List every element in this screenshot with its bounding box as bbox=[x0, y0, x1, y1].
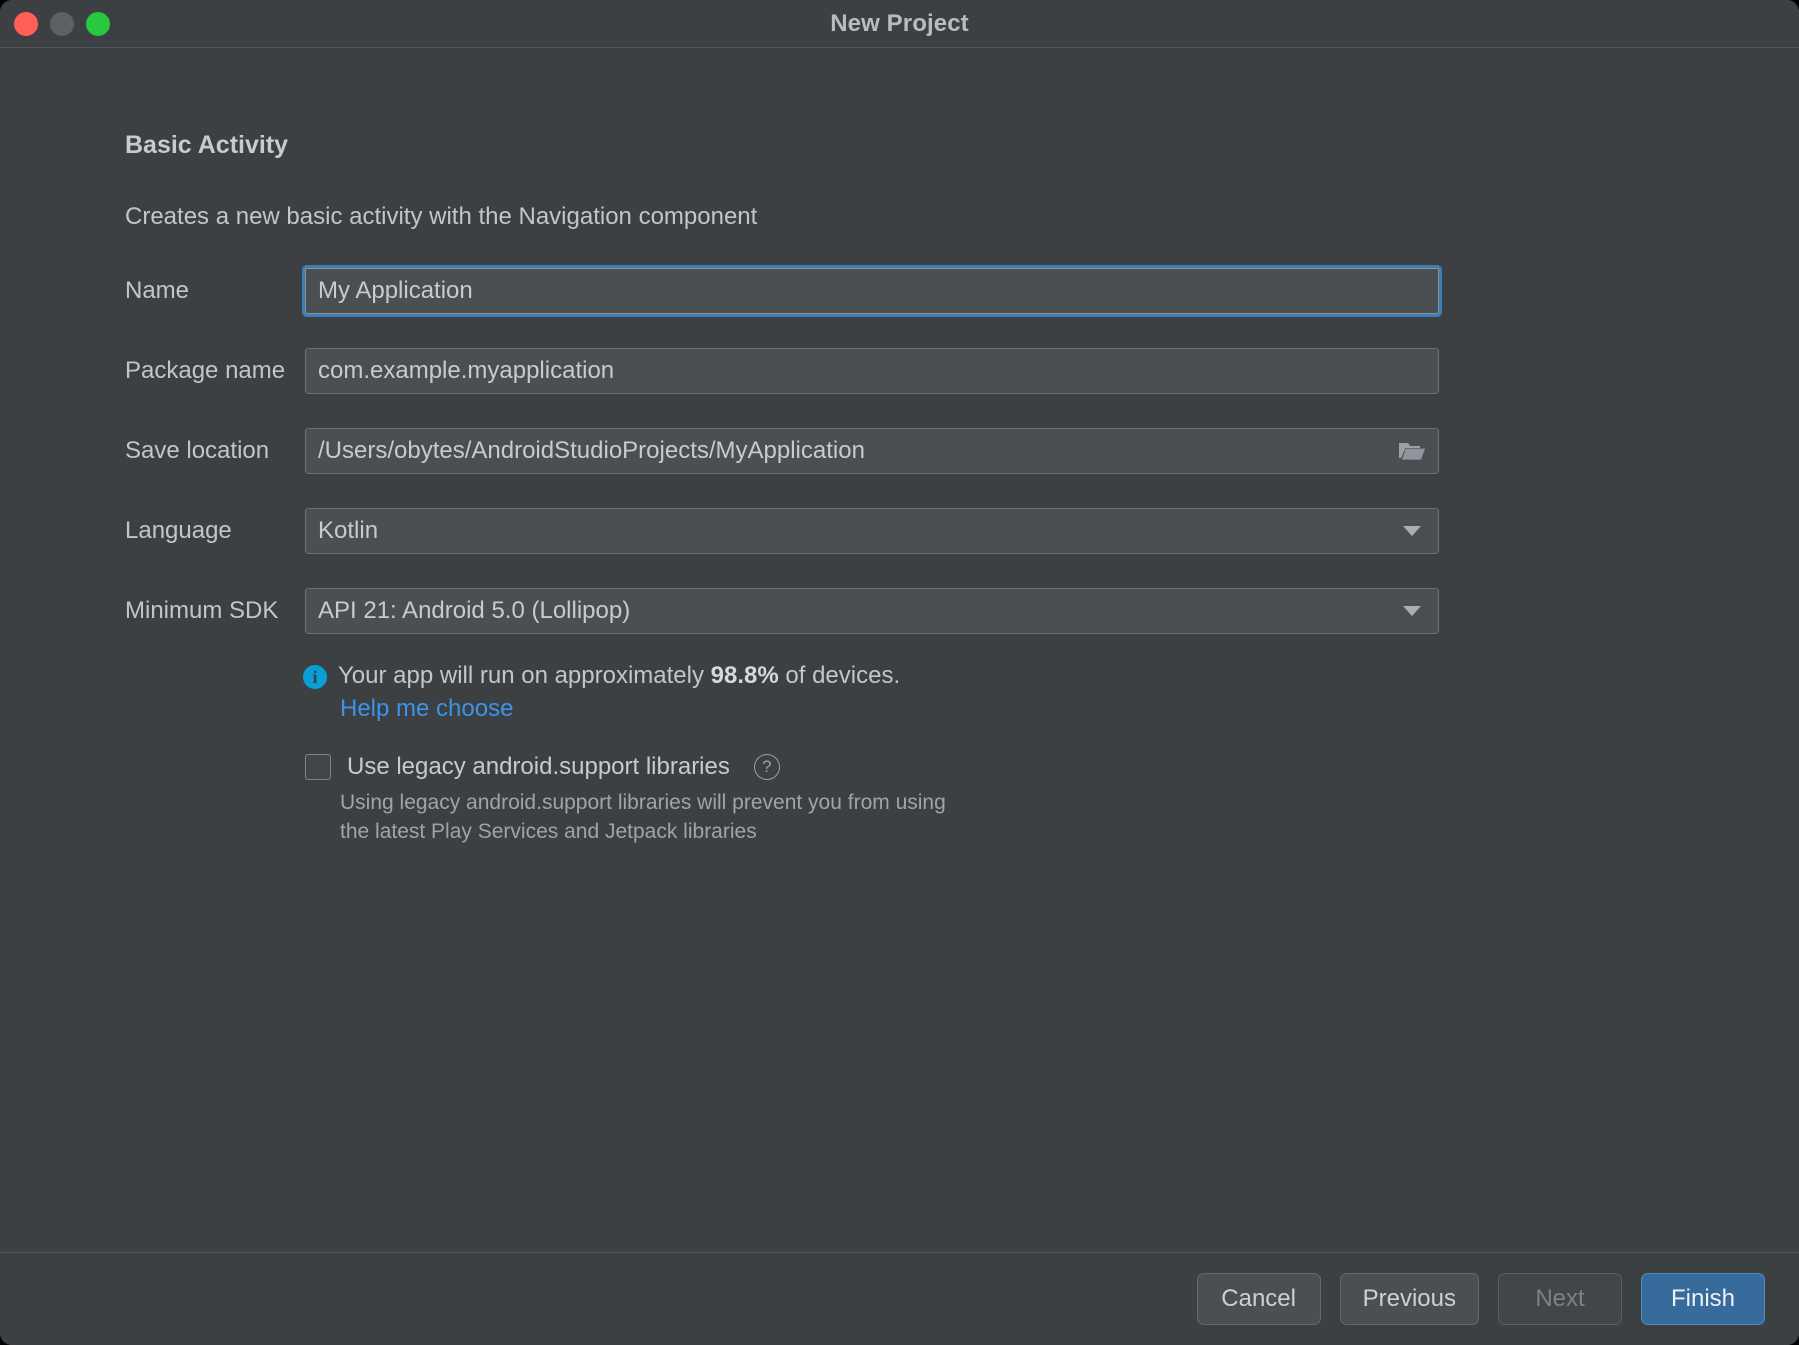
chevron-down-icon[interactable] bbox=[1386, 606, 1438, 616]
finish-button[interactable]: Finish bbox=[1641, 1273, 1765, 1325]
form-row-name: Name My Application bbox=[0, 267, 1799, 315]
language-select[interactable]: Kotlin bbox=[305, 508, 1439, 554]
save-location-label: Save location bbox=[125, 437, 270, 464]
minimum-sdk-label: Minimum SDK bbox=[125, 597, 279, 624]
form-row-minimum-sdk: Minimum SDK API 21: Android 5.0 (Lollipo… bbox=[0, 587, 1799, 635]
close-window-button[interactable] bbox=[14, 12, 38, 36]
window-title: New Project bbox=[830, 9, 969, 37]
legacy-libraries-label[interactable]: Use legacy android.support libraries bbox=[347, 753, 730, 781]
device-coverage-text-before: Your app will run on approximately bbox=[338, 662, 711, 689]
next-button[interactable]: Next bbox=[1498, 1273, 1622, 1325]
name-input-value: My Application bbox=[318, 277, 473, 304]
new-project-dialog: New Project Basic Activity Creates a new… bbox=[0, 0, 1799, 1345]
device-coverage-text-after: of devices. bbox=[778, 662, 901, 689]
minimum-sdk-select[interactable]: API 21: Android 5.0 (Lollipop) bbox=[305, 588, 1439, 634]
cancel-button[interactable]: Cancel bbox=[1196, 1273, 1321, 1325]
zoom-window-button[interactable] bbox=[86, 12, 110, 36]
title-bar: New Project bbox=[0, 0, 1799, 48]
help-me-choose-link[interactable]: Help me choose bbox=[340, 695, 513, 723]
package-name-input[interactable]: com.example.myapplication bbox=[305, 348, 1439, 394]
save-location-input-value: /Users/obytes/AndroidStudioProjects/MyAp… bbox=[318, 437, 865, 464]
legacy-libraries-checkbox[interactable] bbox=[305, 754, 331, 780]
language-select-value: Kotlin bbox=[318, 517, 379, 544]
info-icon: i bbox=[303, 665, 327, 689]
page-title: Basic Activity bbox=[125, 131, 289, 159]
chevron-down-icon[interactable] bbox=[1386, 526, 1438, 536]
folder-icon[interactable] bbox=[1386, 440, 1438, 462]
previous-button[interactable]: Previous bbox=[1339, 1273, 1479, 1325]
legacy-libraries-row: Use legacy android.support libraries ? bbox=[305, 753, 780, 781]
page-description: Creates a new basic activity with the Na… bbox=[125, 203, 758, 230]
language-label: Language bbox=[125, 517, 232, 544]
form-row-save-location: Save location /Users/obytes/AndroidStudi… bbox=[0, 427, 1799, 475]
name-label: Name bbox=[125, 277, 190, 304]
minimize-window-button[interactable] bbox=[50, 12, 74, 36]
dialog-footer: Cancel Previous Next Finish bbox=[0, 1252, 1799, 1345]
save-location-input[interactable]: /Users/obytes/AndroidStudioProjects/MyAp… bbox=[305, 428, 1439, 474]
dialog-content: Basic Activity Creates a new basic activ… bbox=[0, 48, 1799, 1252]
traffic-light-controls bbox=[14, 0, 110, 48]
device-coverage-text: Your app will run on approximately 98.8%… bbox=[338, 662, 900, 690]
question-mark-icon[interactable]: ? bbox=[753, 754, 780, 780]
package-name-label: Package name bbox=[125, 357, 286, 384]
form-row-package-name: Package name com.example.myapplication bbox=[0, 347, 1799, 395]
package-name-input-value: com.example.myapplication bbox=[318, 357, 615, 384]
device-coverage-info: i Your app will run on approximately 98.… bbox=[303, 662, 900, 690]
form-row-language: Language Kotlin bbox=[0, 507, 1799, 555]
minimum-sdk-select-value: API 21: Android 5.0 (Lollipop) bbox=[318, 597, 631, 624]
device-coverage-percentage: 98.8% bbox=[710, 662, 779, 689]
name-input[interactable]: My Application bbox=[305, 268, 1439, 314]
legacy-libraries-note: Using legacy android.support libraries w… bbox=[340, 791, 946, 843]
